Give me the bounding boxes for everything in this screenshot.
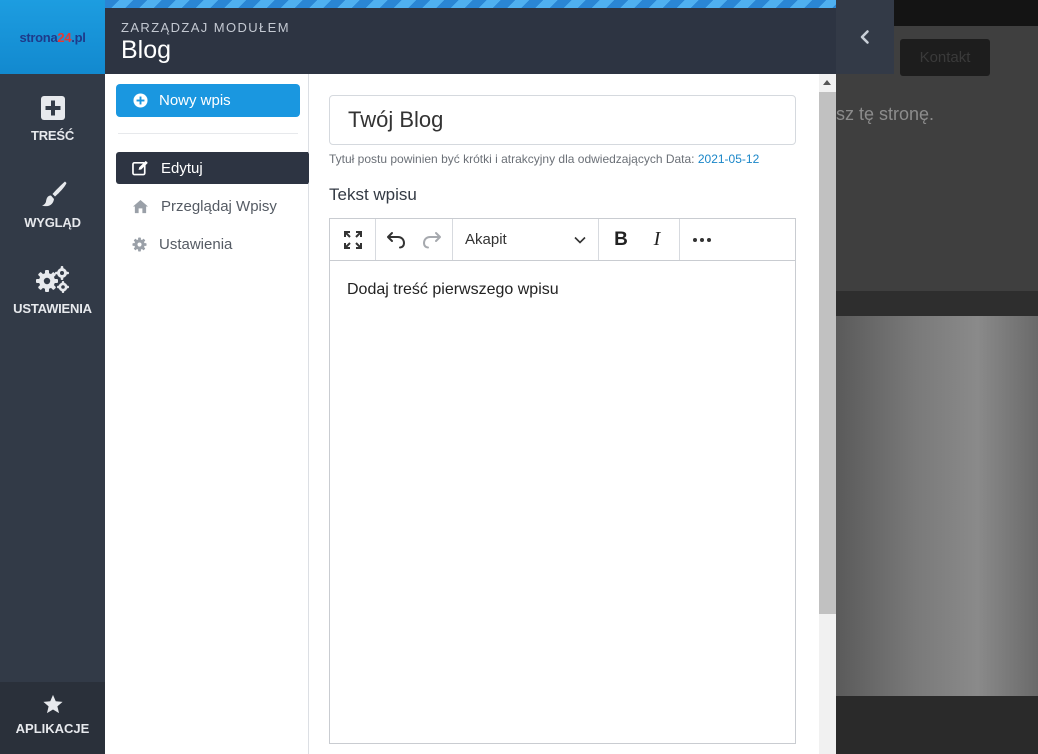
more-dots-icon xyxy=(693,237,711,242)
fullscreen-button[interactable] xyxy=(330,219,375,260)
plus-square-icon xyxy=(40,96,65,120)
toolbar-group-format: B I xyxy=(599,219,680,260)
module-sidebar: Nowy wpis Edytuj Przeglądaj Wpisy Ustawi… xyxy=(105,74,309,754)
logo-main: strona xyxy=(19,29,58,45)
background-text: sz tę stronę. xyxy=(836,104,935,124)
post-editor-content: Tytuł postu powinien być krótki i atrakc… xyxy=(309,74,819,754)
plus-circle-icon xyxy=(133,93,148,108)
nav-item-label: USTAWIENIA xyxy=(13,301,92,316)
sidebar-item-settings[interactable]: Ustawienia xyxy=(116,228,308,260)
editor-body[interactable]: Dodaj treść pierwszego wpisu xyxy=(347,281,559,299)
fullscreen-icon xyxy=(343,230,362,249)
chevron-left-icon xyxy=(860,30,869,44)
post-text-label: Tekst wpisu xyxy=(329,185,417,204)
logo-text: strona24.pl xyxy=(19,30,85,45)
logo-tld: .pl xyxy=(71,29,86,45)
background-website: Kontakt sz tę stronę. xyxy=(836,0,1038,754)
module-subtitle: ZARZĄDZAJ MODUŁEM xyxy=(121,20,290,35)
toolbar-group-view xyxy=(330,219,376,260)
background-strip xyxy=(836,291,1038,316)
sidebar-item-browse-posts[interactable]: Przeglądaj Wpisy xyxy=(116,190,308,222)
nav-item-settings[interactable]: USTAWIENIA xyxy=(0,264,105,316)
sidebar-item-label: Przeglądaj Wpisy xyxy=(161,197,277,215)
italic-button[interactable]: I xyxy=(639,219,675,260)
bold-button[interactable]: B xyxy=(603,219,639,260)
more-options-button[interactable] xyxy=(684,219,720,260)
scroll-up-arrow[interactable] xyxy=(823,80,831,85)
nav-item-label: TREŚĆ xyxy=(30,128,75,143)
sidebar-item-label: Ustawienia xyxy=(159,235,233,253)
collapse-panel-button[interactable] xyxy=(836,0,894,74)
brush-icon xyxy=(41,181,66,207)
background-contact-button: Kontakt xyxy=(900,39,990,76)
title-hint: Tytuł postu powinien być krótki i atrakc… xyxy=(329,152,759,166)
nav-item-label: APLIKACJE xyxy=(15,721,90,736)
logo-accent: 24 xyxy=(57,29,72,45)
nav-item-content[interactable]: TREŚĆ xyxy=(0,95,105,143)
redo-button[interactable] xyxy=(414,219,450,260)
module-header: ZARZĄDZAJ MODUŁEM Blog xyxy=(105,0,836,74)
edit-icon xyxy=(132,160,148,176)
logo[interactable]: strona24.pl xyxy=(0,0,105,74)
post-date: 2021-05-12 xyxy=(697,152,760,166)
editor-toolbar: Akapit B I xyxy=(330,219,795,261)
undo-icon xyxy=(387,231,406,248)
post-title-input[interactable] xyxy=(329,95,796,145)
chevron-down-icon xyxy=(574,236,586,244)
nav-item-apps[interactable]: APLIKACJE xyxy=(0,682,105,754)
home-icon xyxy=(133,199,148,213)
header-stripe xyxy=(105,0,836,8)
main-navigation: strona24.pl TREŚĆ WYGLĄD USTAWIENIA APLI… xyxy=(0,0,105,754)
panel-scrollbar[interactable] xyxy=(819,74,836,754)
module-title: Blog xyxy=(121,36,172,64)
nav-item-label: WYGLĄD xyxy=(24,215,81,230)
nav-item-appearance[interactable]: WYGLĄD xyxy=(0,180,105,230)
sidebar-item-label: Edytuj xyxy=(161,159,203,177)
redo-icon xyxy=(422,231,441,248)
background-footer xyxy=(836,696,1038,754)
scrollbar-thumb[interactable] xyxy=(819,92,836,614)
rich-text-editor: Akapit B I Dodaj treść pierwszego wpisu xyxy=(329,218,796,744)
new-post-button[interactable]: Nowy wpis xyxy=(116,84,300,117)
toolbar-group-history xyxy=(376,219,453,260)
toolbar-group-more xyxy=(680,219,720,260)
star-icon xyxy=(42,694,63,714)
gears-icon xyxy=(35,266,69,293)
module-panel: ZARZĄDZAJ MODUŁEM Blog Nowy wpis Edytuj … xyxy=(105,0,836,754)
paragraph-format-value: Akapit xyxy=(465,231,507,248)
undo-button[interactable] xyxy=(378,219,414,260)
sidebar-divider xyxy=(118,133,298,134)
gear-icon xyxy=(132,236,147,252)
new-post-label: Nowy wpis xyxy=(159,92,231,109)
title-hint-text: Tytuł postu powinien być krótki i atrakc… xyxy=(329,152,695,166)
background-banner xyxy=(836,316,1038,696)
toolbar-group-heading: Akapit xyxy=(453,219,599,260)
paragraph-format-dropdown[interactable]: Akapit xyxy=(453,219,598,260)
sidebar-item-edit[interactable]: Edytuj xyxy=(116,152,308,184)
